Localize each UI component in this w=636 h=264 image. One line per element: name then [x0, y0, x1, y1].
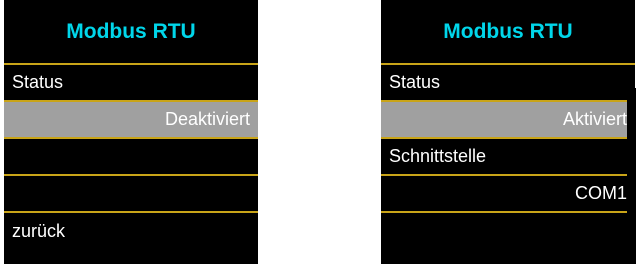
- status-value-selected[interactable]: Deaktiviert: [4, 102, 258, 139]
- modbus-menu-right: Modbus RTU Status Aktiviert Schnittstell…: [381, 0, 635, 264]
- modbus-menu-left: Modbus RTU Status Deaktiviert zurück: [4, 0, 258, 264]
- menu-item-empty[interactable]: [381, 213, 635, 250]
- interface-value[interactable]: COM1: [381, 176, 635, 213]
- menu-title: Modbus RTU: [381, 0, 635, 65]
- menu-item-empty[interactable]: [4, 176, 258, 213]
- menu-item-empty[interactable]: [4, 139, 258, 176]
- back-button[interactable]: zurück: [4, 213, 258, 250]
- menu-item-status[interactable]: Status: [4, 65, 258, 102]
- menu-title: Modbus RTU: [4, 0, 258, 65]
- menu-item-interface[interactable]: Schnittstelle: [381, 139, 635, 176]
- status-value-selected[interactable]: Aktiviert: [381, 102, 635, 139]
- partial-panel-edge: [627, 88, 636, 264]
- menu-item-status[interactable]: Status: [381, 65, 635, 102]
